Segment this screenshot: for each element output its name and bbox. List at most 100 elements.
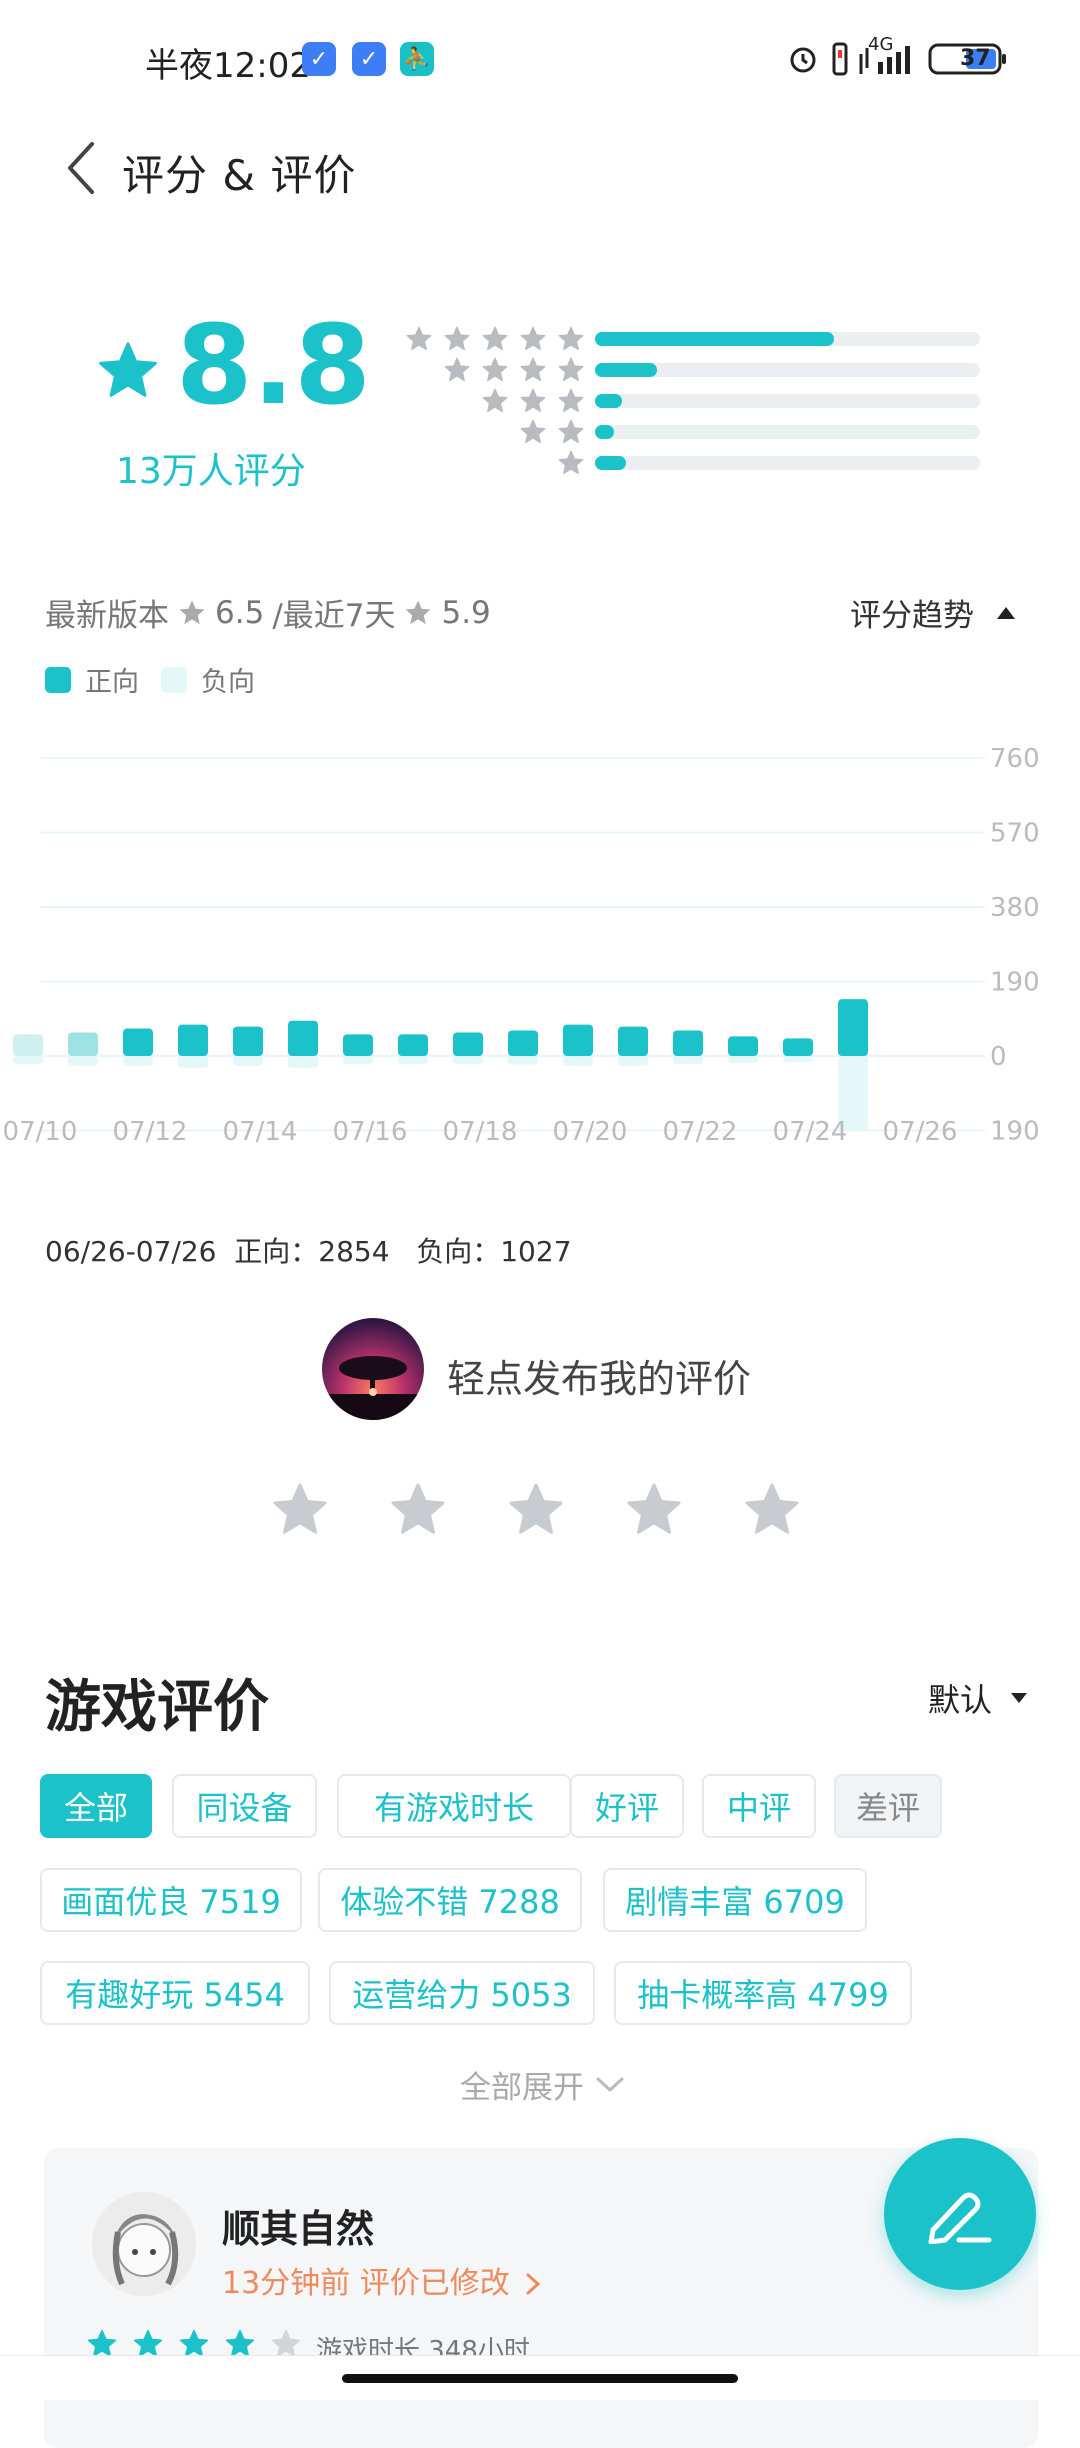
caret-up-icon — [997, 606, 1015, 619]
range-summary: 06/26-07/26 正向：2854 负向：1027 — [45, 1235, 572, 1268]
negative-bar — [508, 1056, 538, 1065]
negative-bar — [13, 1056, 43, 1064]
positive-bar[interactable] — [453, 1032, 483, 1056]
tag-chip[interactable]: 运营给力 5053 — [329, 1961, 595, 2025]
distribution-fill — [595, 456, 626, 470]
distribution-row-4-star — [395, 356, 985, 386]
check-icon: ✓ — [302, 42, 336, 76]
legend-negative-swatch — [161, 666, 187, 693]
filter-chip[interactable]: 好评 — [570, 1774, 684, 1838]
rating-input[interactable] — [270, 1480, 802, 1540]
positive-bar[interactable] — [783, 1038, 813, 1056]
positive-bar[interactable] — [838, 999, 868, 1056]
distribution-track — [595, 363, 980, 377]
distribution-track — [595, 425, 980, 439]
star-icon — [179, 600, 205, 624]
negative-bar — [343, 1056, 373, 1064]
star-icon — [482, 326, 508, 351]
distribution-fill — [595, 363, 657, 377]
reviewer-avatar[interactable] — [92, 2192, 196, 2296]
caret-down-icon — [1011, 1693, 1028, 1703]
filter-chip[interactable]: 有游戏时长 — [337, 1774, 571, 1838]
positive-bar[interactable] — [398, 1034, 428, 1056]
star-icon — [444, 357, 470, 382]
positive-bar[interactable] — [13, 1034, 43, 1056]
x-tick-label: 07/22 — [663, 1117, 738, 1147]
positive-bar[interactable] — [233, 1026, 263, 1056]
positive-bar[interactable] — [673, 1030, 703, 1056]
check-icon: ✓ — [352, 42, 386, 76]
review-meta[interactable]: 13分钟前 评价已修改 — [222, 2258, 541, 2302]
sort-dropdown[interactable]: 默认 — [928, 1675, 1028, 1721]
negative-bar — [453, 1056, 483, 1064]
distribution-fill — [595, 394, 622, 408]
expand-all-button[interactable]: 全部展开 — [460, 2062, 624, 2107]
tag-chip[interactable]: 画面优良 7519 — [40, 1868, 302, 1932]
recent-label: /最近7天 — [272, 598, 396, 634]
rating-star-icon[interactable] — [388, 1480, 448, 1540]
publish-review-prompt[interactable]: 轻点发布我的评价 — [447, 1348, 751, 1403]
latest-version-label: 最新版本 — [45, 598, 169, 634]
positive-bar[interactable] — [68, 1032, 98, 1056]
positive-bar[interactable] — [618, 1026, 648, 1056]
negative-bar — [398, 1056, 428, 1064]
rating-star-icon[interactable] — [506, 1480, 566, 1540]
negative-bar — [563, 1056, 593, 1066]
filter-chip[interactable]: 差评 — [834, 1774, 942, 1838]
positive-bar[interactable] — [563, 1024, 593, 1056]
pen-icon — [928, 2192, 992, 2244]
star-icon — [482, 357, 508, 382]
rating-star-icon[interactable] — [742, 1480, 802, 1540]
x-tick-label: 07/12 — [113, 1117, 188, 1147]
back-chevron-icon[interactable] — [60, 138, 108, 198]
review-meta-text: 13分钟前 评价已修改 — [222, 2266, 510, 2301]
negative-bar — [233, 1056, 263, 1066]
rating-star-icon[interactable] — [270, 1480, 330, 1540]
tag-chip[interactable]: 有趣好玩 5454 — [40, 1961, 310, 2025]
star-icon — [405, 600, 431, 624]
positive-bar[interactable] — [343, 1034, 373, 1056]
positive-bar[interactable] — [728, 1036, 758, 1056]
negative-bar — [673, 1056, 703, 1064]
positive-bar[interactable] — [123, 1028, 153, 1056]
negative-bar — [288, 1056, 318, 1068]
status-time: 半夜12:02 — [145, 46, 311, 86]
y-tick-label: 760 — [990, 744, 1040, 774]
negative-bar — [68, 1056, 98, 1066]
star-icon — [520, 357, 546, 382]
gesture-handle[interactable] — [342, 2374, 738, 2383]
battery-level: 37 — [960, 46, 991, 71]
tag-chip[interactable]: 抽卡概率高 4799 — [614, 1961, 912, 2025]
chart-legend: 正向 负向 — [45, 660, 255, 699]
user-avatar[interactable] — [322, 1318, 424, 1420]
star-icon — [558, 450, 584, 475]
star-icon — [558, 326, 584, 351]
x-tick-label: 07/16 — [333, 1117, 408, 1147]
positive-bar[interactable] — [178, 1024, 208, 1056]
tag-chip[interactable]: 体验不错 7288 — [318, 1868, 582, 1932]
y-tick-label: 0 — [990, 1042, 1007, 1072]
rating-star-icon[interactable] — [624, 1480, 684, 1540]
x-tick-label: 07/14 — [223, 1117, 298, 1147]
distribution-row-1-star — [395, 449, 985, 479]
star-icon — [558, 419, 584, 444]
score-star-icon — [99, 342, 157, 397]
star-icon — [520, 388, 546, 413]
filter-chip[interactable]: 全部 — [40, 1774, 152, 1838]
positive-bar[interactable] — [288, 1020, 318, 1056]
filter-chip[interactable]: 中评 — [702, 1774, 816, 1838]
distribution-track — [595, 394, 980, 408]
legend-negative-label: 负向 — [201, 667, 255, 698]
filter-chip[interactable]: 同设备 — [172, 1774, 317, 1838]
version-scores: 最新版本 6.5 /最近7天 5.9 — [45, 590, 491, 635]
rating-trend-toggle[interactable]: 评分趋势 — [850, 590, 1016, 635]
positive-bar[interactable] — [508, 1030, 538, 1056]
recent-score: 5.9 — [441, 594, 491, 631]
distribution-fill — [595, 332, 834, 346]
star-icon — [558, 388, 584, 413]
write-review-button[interactable] — [884, 2138, 1036, 2290]
app-header: 评分 & 评价 — [0, 120, 1080, 220]
y-tick-label: 190 — [990, 1117, 1040, 1147]
negative-bar — [178, 1056, 208, 1068]
tag-chip[interactable]: 剧情丰富 6709 — [603, 1868, 867, 1932]
